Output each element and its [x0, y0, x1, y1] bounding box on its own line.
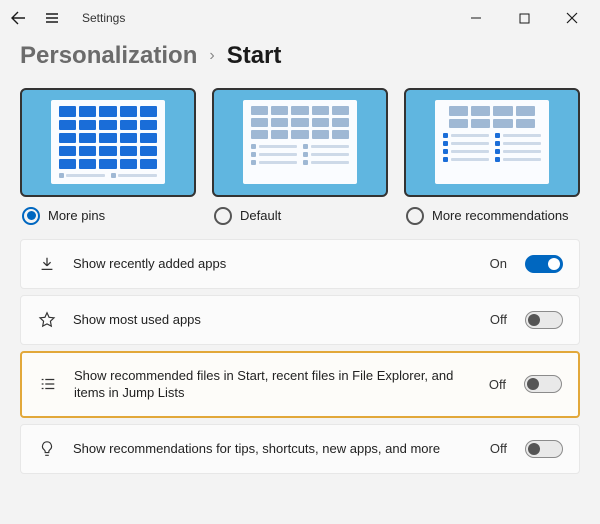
toggle-switch[interactable]: [525, 440, 563, 458]
lightbulb-icon: [37, 439, 57, 459]
toggle-switch[interactable]: [524, 375, 562, 393]
setting-label: Show most used apps: [73, 311, 474, 329]
radio-more-recommendations[interactable]: [406, 207, 424, 225]
radio-more-pins[interactable]: [22, 207, 40, 225]
titlebar: Settings: [0, 0, 600, 36]
layout-preview-default: [212, 88, 388, 197]
setting-row[interactable]: Show recommended files in Start, recent …: [20, 351, 580, 418]
setting-label: Show recommended files in Start, recent …: [74, 367, 473, 402]
setting-row[interactable]: Show recommendations for tips, shortcuts…: [20, 424, 580, 474]
layout-option-label: More recommendations: [432, 208, 569, 223]
toggle-switch[interactable]: [525, 311, 563, 329]
titlebar-title: Settings: [82, 11, 125, 25]
breadcrumb-parent[interactable]: Personalization: [20, 42, 197, 70]
radio-default[interactable]: [214, 207, 232, 225]
layout-option-label: More pins: [48, 208, 105, 223]
setting-label: Show recommendations for tips, shortcuts…: [73, 440, 474, 458]
layout-option-default[interactable]: Default: [212, 88, 388, 225]
breadcrumb: Personalization › Start: [20, 42, 580, 70]
setting-label: Show recently added apps: [73, 255, 474, 273]
settings-list: Show recently added apps On Show most used…: [20, 239, 580, 474]
maximize-button[interactable]: [504, 4, 544, 32]
minimize-button[interactable]: [456, 4, 496, 32]
layout-option-more-recommendations[interactable]: More recommendations: [404, 88, 580, 225]
breadcrumb-current: Start: [227, 42, 282, 70]
toggle-switch[interactable]: [525, 255, 563, 273]
list-icon: [38, 374, 58, 394]
setting-state: Off: [490, 441, 507, 456]
setting-row[interactable]: Show recently added apps On: [20, 239, 580, 289]
back-button[interactable]: [8, 8, 28, 28]
setting-state: Off: [490, 312, 507, 327]
setting-row[interactable]: Show most used apps Off: [20, 295, 580, 345]
layout-preview-more-recommendations: [404, 88, 580, 197]
layout-options: More pins: [20, 88, 580, 225]
setting-state: Off: [489, 377, 506, 392]
close-button[interactable]: [552, 4, 592, 32]
download-icon: [37, 254, 57, 274]
chevron-right-icon: ›: [209, 47, 214, 65]
layout-option-label: Default: [240, 208, 281, 223]
star-icon: [37, 310, 57, 330]
setting-state: On: [490, 256, 507, 271]
menu-button[interactable]: [42, 8, 62, 28]
layout-preview-more-pins: [20, 88, 196, 197]
layout-option-more-pins[interactable]: More pins: [20, 88, 196, 225]
